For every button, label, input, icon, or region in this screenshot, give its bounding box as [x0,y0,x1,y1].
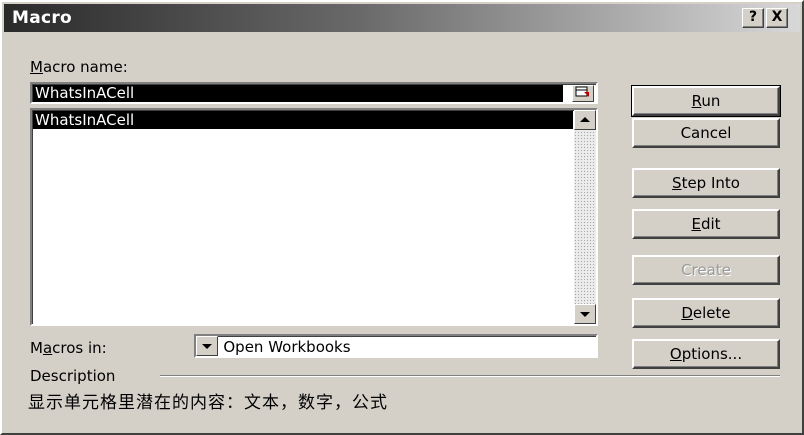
scroll-down-button[interactable] [574,304,596,324]
description-divider [160,375,780,377]
run-button[interactable]: Run [631,85,781,117]
title-bar[interactable]: Macro ? X [4,4,800,32]
arrow-down-icon [580,312,590,317]
help-button[interactable]: ? [742,8,764,28]
macro-name-field[interactable]: WhatsInACell [30,82,598,104]
chevron-down-icon [202,344,212,349]
cancel-button[interactable]: Cancel [632,118,780,148]
macros-in-value: All Open Workbooks [200,338,351,356]
macro-list[interactable]: WhatsInACell [30,108,598,326]
macros-in-select[interactable]: All Open Workbooks [194,334,598,358]
collapse-dialog-icon[interactable] [572,85,594,102]
delete-button[interactable]: Delete [632,298,780,328]
close-button[interactable]: X [766,8,788,28]
macro-dialog: Macro ? X Macro name: WhatsInACell Whats… [0,0,804,435]
arrow-up-icon [580,117,590,122]
macro-name-value[interactable]: WhatsInACell [33,85,563,102]
macros-in-dropdown-button[interactable] [196,336,218,356]
macros-in-label: Macros in: [30,339,107,357]
refedit-icon [575,86,589,97]
list-scrollbar[interactable] [574,110,596,324]
create-button: Create [632,255,780,285]
window-title: Macro [12,8,73,28]
edit-button[interactable]: Edit [632,209,780,239]
macro-name-label: Macro name: [30,58,128,76]
description-text: 显示单元格里潜在的内容：文本，数字，公式 [28,393,388,413]
step-into-button[interactable]: Step Into [632,168,780,198]
description-label: Description [30,367,116,385]
scroll-up-button[interactable] [574,110,596,130]
options-button[interactable]: Options... [632,339,780,369]
list-item[interactable]: WhatsInACell [33,111,573,129]
